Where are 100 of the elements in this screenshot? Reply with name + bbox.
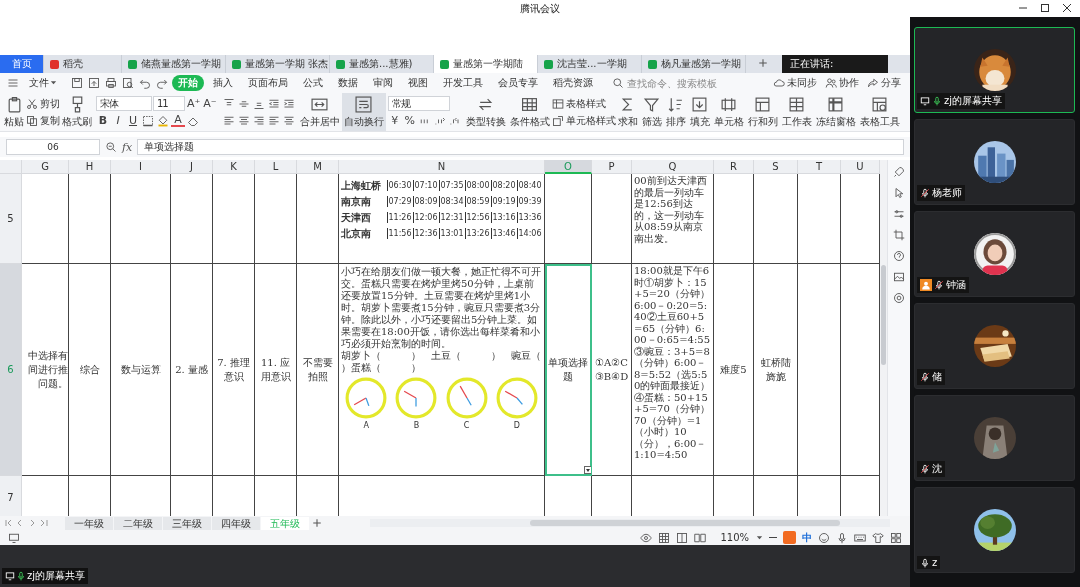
menu-tab[interactable]: 页面布局 [242, 75, 294, 91]
caret-icon[interactable] [756, 534, 763, 541]
font-color-button[interactable]: A [171, 114, 185, 127]
menu-tab[interactable]: 公式 [297, 75, 329, 91]
menu-tab[interactable]: 开发工具 [437, 75, 489, 91]
row-header[interactable]: 7 [0, 476, 22, 516]
save-icon[interactable] [71, 77, 83, 89]
participant-tile[interactable]: 沈 [914, 395, 1075, 481]
font-size-step-button[interactable]: A⁻ [202, 96, 218, 111]
ribbon-button[interactable]: 行和列 [745, 93, 780, 131]
plus-icon[interactable] [757, 56, 769, 69]
ribbon-button[interactable]: 填充 [687, 93, 712, 131]
menu-tab[interactable]: 稻壳资源 [547, 75, 599, 91]
ribbon-button[interactable]: 合并居中 [297, 93, 342, 131]
dropdown-icon[interactable] [584, 466, 591, 474]
row-header[interactable]: 5 [0, 174, 22, 264]
search-field[interactable]: 查找命令、搜索模板 [612, 77, 742, 89]
column-header[interactable]: H [69, 160, 111, 174]
sheet-tab[interactable]: 四年级 [212, 516, 260, 530]
undo-icon[interactable] [139, 77, 151, 89]
number-format-field[interactable]: 常规 [387, 96, 450, 111]
menu-action[interactable]: 协作 [822, 75, 862, 91]
column-header[interactable]: N [339, 160, 545, 174]
column-header[interactable]: T [798, 160, 841, 174]
border-icon[interactable] [142, 114, 154, 127]
ribbon-button[interactable]: 格式刷 [60, 93, 94, 131]
scrollbar-thumb[interactable] [881, 265, 886, 365]
muted-microphone-icon[interactable] [934, 280, 944, 290]
text-style-button[interactable]: U [126, 113, 140, 128]
number-format-button[interactable]: % [402, 113, 417, 128]
document-tab[interactable]: 首页 [0, 55, 44, 73]
participant-tile[interactable]: zj的屏幕共享 [914, 27, 1075, 113]
print-icon[interactable] [105, 77, 117, 89]
text-style-button[interactable]: B [96, 113, 110, 128]
ribbon-button[interactable]: 筛选 [639, 93, 664, 131]
ribbon-button[interactable]: 单元格样式 [551, 113, 616, 128]
document-tab[interactable]: 量感第一学期陆 [434, 55, 538, 73]
cell-name-field[interactable]: 06 [6, 139, 100, 155]
align-left-icon[interactable] [222, 114, 235, 127]
menu-tab[interactable]: 数据 [332, 75, 364, 91]
menu-tab[interactable]: 审阅 [367, 75, 399, 91]
text-style-button[interactable]: I [111, 113, 125, 128]
ribbon-button[interactable]: 条件格式 [507, 93, 552, 131]
zoom-out-icon[interactable] [769, 536, 777, 539]
sheet-tab[interactable]: 一年级 [65, 516, 113, 530]
plus-icon[interactable] [311, 517, 323, 529]
ribbon-button[interactable]: 求和 [615, 93, 640, 131]
close-icon[interactable] [1062, 3, 1072, 13]
horizontal-scrollbar[interactable] [370, 519, 890, 527]
input-mode[interactable]: 中 [802, 530, 812, 545]
sheet-tab[interactable]: 二年级 [114, 516, 162, 530]
font-field[interactable]: 宋体 [96, 96, 152, 111]
column-header[interactable]: L [255, 160, 297, 174]
column-header[interactable]: U [841, 160, 880, 174]
microphone-icon[interactable] [920, 557, 930, 568]
font-size-field[interactable]: 11 [153, 96, 185, 111]
maximize-icon[interactable] [1040, 3, 1050, 13]
ribbon-button[interactable]: 表格样式 [551, 96, 616, 111]
column-header[interactable]: M [297, 160, 339, 174]
preview-icon[interactable] [122, 77, 134, 89]
muted-microphone-icon[interactable] [920, 372, 930, 382]
column-header[interactable]: J [171, 160, 213, 174]
ribbon-button[interactable]: 自动换行 [341, 93, 386, 131]
column-header[interactable]: Q [632, 160, 714, 174]
menu-action[interactable]: 未同步 [770, 75, 820, 91]
redo-icon[interactable] [156, 77, 168, 89]
indent-icon[interactable] [282, 97, 295, 110]
column-header[interactable]: R [714, 160, 754, 174]
zoom-level[interactable]: 110% [720, 532, 749, 543]
muted-microphone-icon[interactable] [920, 464, 930, 474]
ribbon-button[interactable]: 冻结窗格 [813, 93, 858, 131]
column-header[interactable]: P [592, 160, 632, 174]
microphone-icon[interactable] [932, 96, 942, 106]
export-icon[interactable] [88, 77, 100, 89]
file-menu[interactable]: 文件 [23, 75, 63, 91]
align-left-icon[interactable] [267, 114, 280, 127]
ribbon-button[interactable]: 排序 [663, 93, 688, 131]
number-format-button[interactable]: ¥ [387, 113, 402, 128]
participant-tile[interactable]: 钟涵 [914, 211, 1075, 297]
align-right-icon[interactable] [252, 114, 265, 127]
participant-tile[interactable]: 储 [914, 303, 1075, 389]
font-size-step-button[interactable]: A⁺ [186, 96, 202, 111]
sheet-tab[interactable]: 三年级 [163, 516, 211, 530]
muted-microphone-icon[interactable] [920, 188, 930, 198]
column-header[interactable]: S [754, 160, 798, 174]
column-header[interactable]: K [213, 160, 255, 174]
outdent-icon[interactable] [267, 97, 280, 110]
fill-color-icon[interactable] [157, 114, 169, 127]
align-center-icon[interactable] [282, 114, 295, 127]
column-header[interactable]: G [22, 160, 69, 174]
ribbon-button[interactable]: 剪切 [26, 96, 60, 111]
participant-tile[interactable]: 杨老师 [914, 119, 1075, 205]
ribbon-button[interactable]: 表格工具 [857, 93, 902, 131]
ribbon-button[interactable]: 类型转换 [463, 93, 508, 131]
menu-tab[interactable]: 视图 [402, 75, 434, 91]
ribbon-button[interactable]: 粘贴 [2, 93, 26, 131]
menu-tab[interactable]: 会员专享 [492, 75, 544, 91]
menu-action[interactable]: 分享 [864, 75, 904, 91]
participant-tile[interactable]: z [914, 487, 1075, 573]
ribbon-button[interactable]: 复制 [26, 113, 60, 128]
